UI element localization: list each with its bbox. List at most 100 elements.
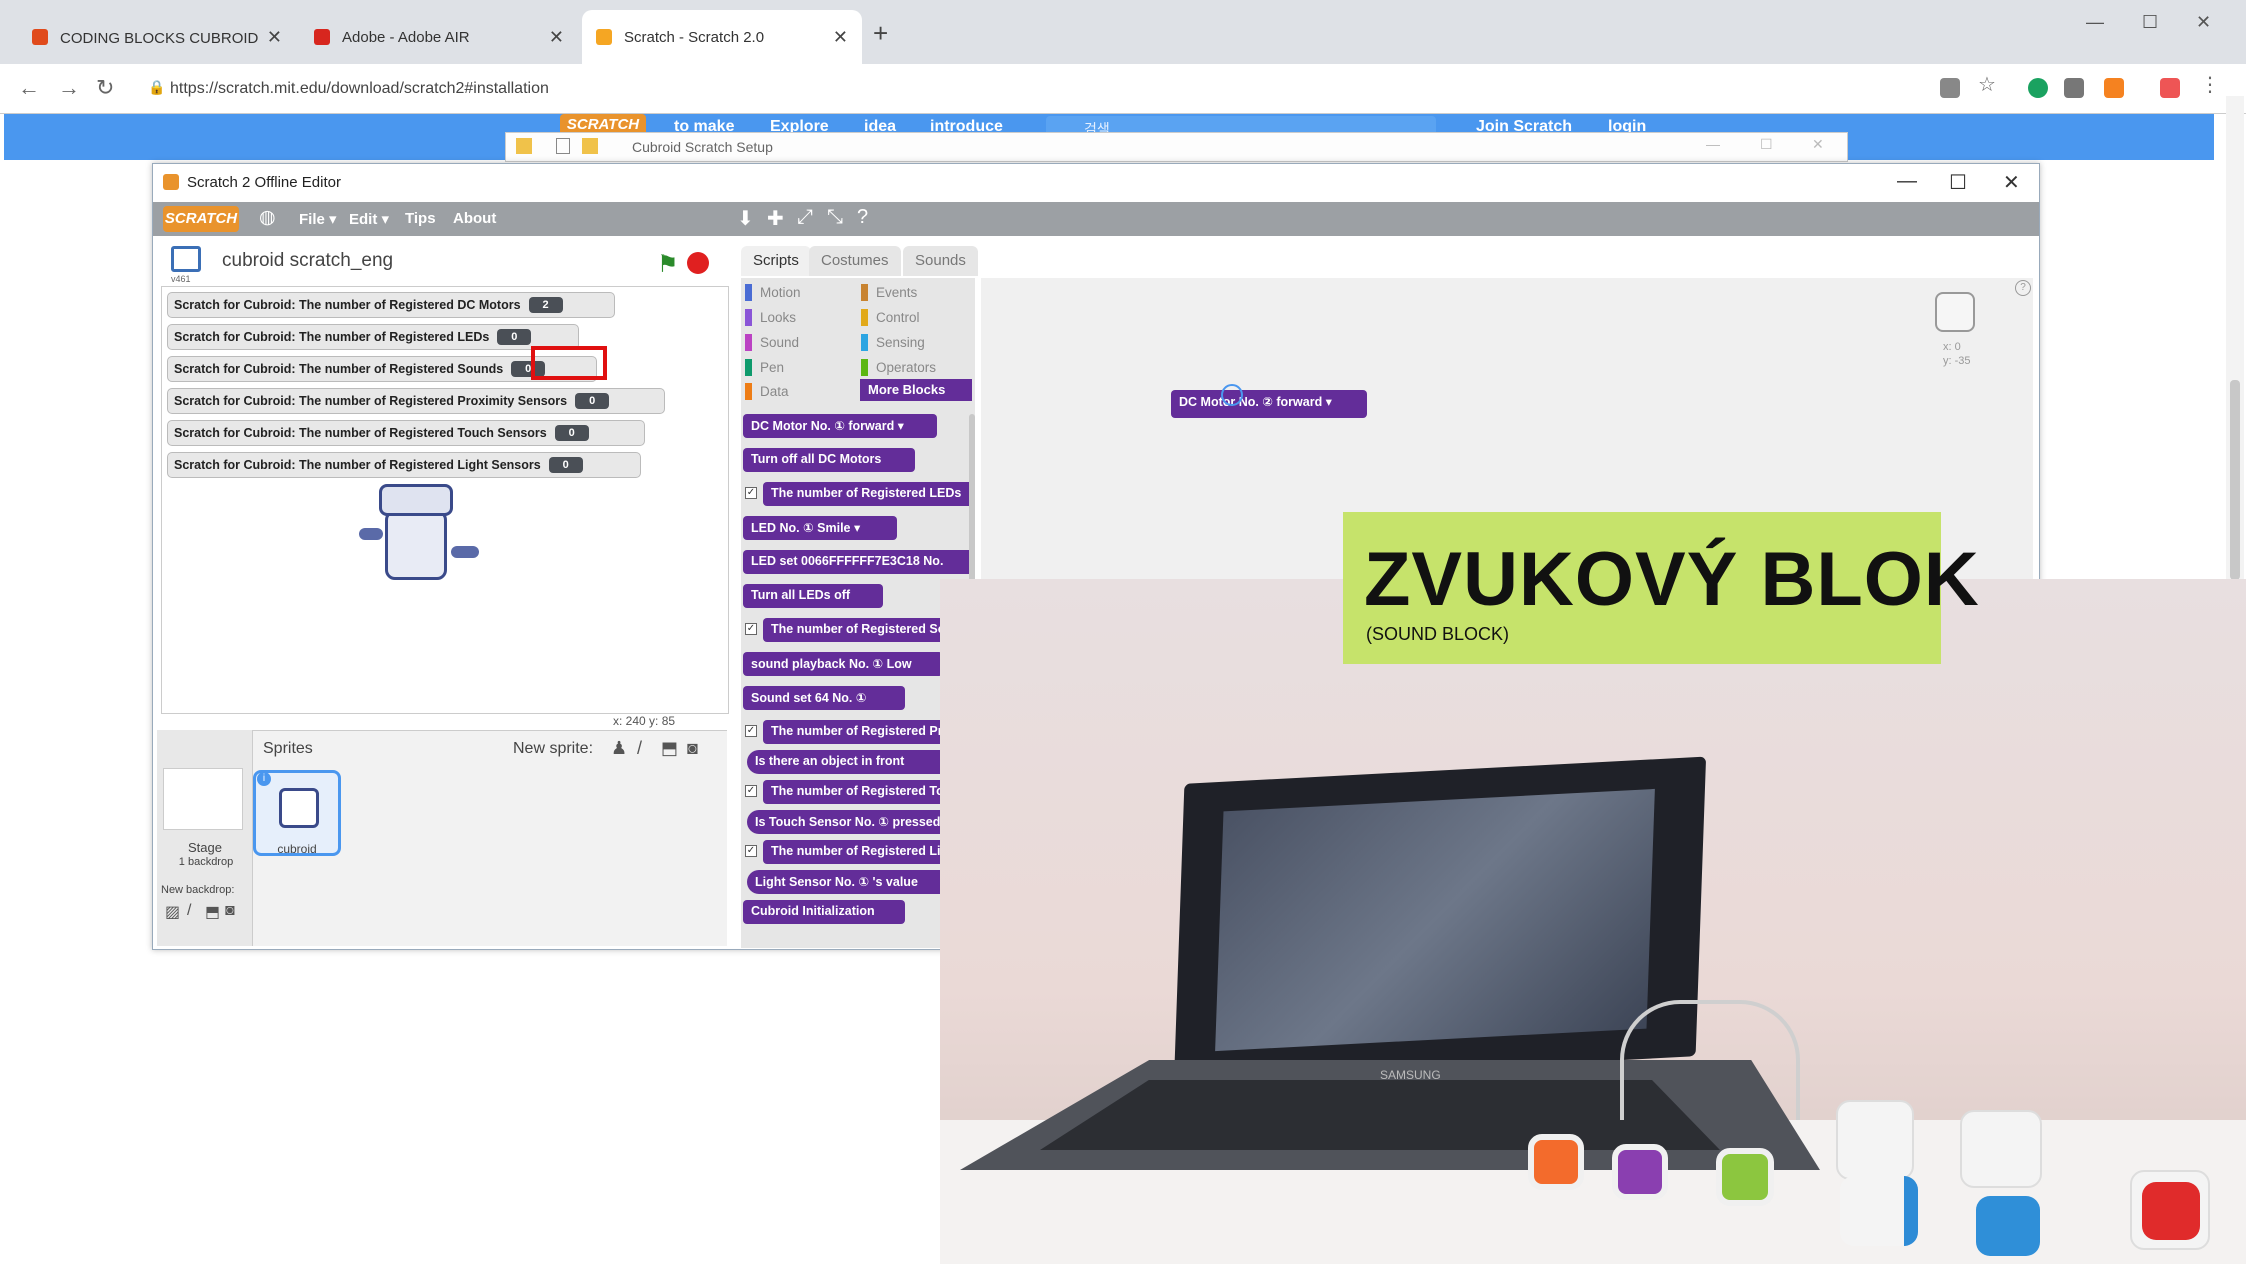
sprite-info-icon[interactable]: i — [257, 772, 271, 786]
category-label: Control — [876, 310, 920, 325]
checkbox-registered-proximity[interactable]: ✓ — [745, 725, 757, 737]
category-sound[interactable]: Sound — [745, 334, 799, 351]
category-data[interactable]: Data — [745, 383, 789, 400]
shrink-icon[interactable]: ⤡ — [827, 206, 843, 229]
setup-minimize-icon[interactable]: — — [1706, 136, 1720, 152]
forward-arrow-icon[interactable]: → — [58, 75, 80, 101]
category-more-blocks[interactable]: More Blocks — [860, 379, 972, 401]
block-registered-leds[interactable]: The number of Registered LEDs — [763, 482, 973, 506]
new-tab-plus-icon[interactable]: + — [873, 18, 888, 49]
block-led-set[interactable]: LED set 0066FFFFFF7E3C18 No. — [743, 550, 973, 574]
grow-icon[interactable]: ⤢ — [797, 206, 813, 229]
menu-edit[interactable]: Edit ▾ — [349, 210, 389, 228]
cubroid-green-cube — [1716, 1148, 1774, 1206]
stage-thumbnail[interactable] — [163, 768, 243, 830]
browser-tab-cubroid[interactable]: CODING BLOCKS CUBROID | 코드... ✕ — [18, 10, 296, 64]
monitor-value: 2 — [528, 297, 563, 313]
extension-orange-icon[interactable] — [2104, 78, 2124, 98]
backdrop-camera-icon[interactable]: ◙ — [225, 902, 235, 920]
block-dc-motor[interactable]: DC Motor No. ① forward ▾ — [743, 414, 937, 438]
browser-tab-adobe[interactable]: Adobe - Adobe AIR ✕ — [300, 10, 578, 64]
setup-maximize-icon[interactable]: ☐ — [1760, 136, 1773, 153]
monitor-light-sensors[interactable]: Scratch for Cubroid: The number of Regis… — [167, 452, 641, 478]
setup-close-icon[interactable]: ✕ — [1812, 136, 1824, 153]
block-sound-playback[interactable]: sound playback No. ① Low — [743, 652, 943, 676]
back-arrow-icon[interactable]: ← — [18, 75, 40, 101]
menu-file[interactable]: File ▾ — [299, 210, 337, 228]
globe-language-icon[interactable]: ◍ — [259, 206, 276, 229]
script-help-icon[interactable]: ? — [2015, 280, 2031, 296]
help-icon[interactable]: ? — [857, 206, 868, 229]
green-flag-icon[interactable]: ⚑ — [657, 250, 679, 279]
category-motion[interactable]: Motion — [745, 284, 801, 301]
project-name-field[interactable]: cubroid scratch_eng — [222, 250, 393, 272]
monitor-value: 0 — [554, 425, 589, 441]
robot-arm-left-icon — [359, 528, 383, 540]
reload-icon[interactable]: ↻ — [96, 75, 114, 101]
block-turn-all-leds-off[interactable]: Turn all LEDs off — [743, 584, 883, 608]
minimize-icon[interactable]: — — [2086, 12, 2104, 33]
checkbox-registered-touch[interactable]: ✓ — [745, 785, 757, 797]
monitor-proximity-sensors[interactable]: Scratch for Cubroid: The number of Regis… — [167, 388, 665, 414]
version-label: v461 — [171, 274, 191, 284]
category-pen[interactable]: Pen — [745, 359, 784, 376]
editor-minimize-icon[interactable]: — — [1897, 170, 1917, 193]
camera-icon[interactable]: ◙ — [687, 738, 698, 759]
presentation-mode-icon[interactable] — [171, 246, 201, 272]
block-sound-set[interactable]: Sound set 64 No. ① — [743, 686, 905, 710]
upload-folder-icon[interactable]: ⬒ — [661, 738, 678, 759]
delete-cut-icon[interactable]: ✚ — [767, 206, 784, 231]
category-label: Events — [876, 285, 918, 300]
backdrop-upload-icon[interactable]: ⬒ — [205, 902, 220, 922]
category-swatch — [861, 359, 868, 376]
page-scrollbar-thumb[interactable] — [2230, 380, 2240, 580]
maximize-icon[interactable]: ☐ — [2142, 12, 2158, 33]
close-tab-icon[interactable]: ✕ — [833, 27, 848, 48]
backdrop-paint-icon[interactable]: / — [187, 902, 191, 920]
browser-tab-scratch[interactable]: Scratch - Scratch 2.0 ✕ — [582, 10, 862, 64]
choose-sprite-library-icon[interactable]: ♟ — [611, 738, 627, 759]
paint-brush-icon[interactable]: / — [637, 738, 642, 759]
close-tab-icon[interactable]: ✕ — [267, 27, 282, 48]
star-bookmark-icon[interactable]: ☆ — [1978, 72, 1998, 96]
category-sensing[interactable]: Sensing — [861, 334, 925, 351]
block-led-no[interactable]: LED No. ① Smile ▾ — [743, 516, 897, 540]
tab-costumes[interactable]: Costumes — [809, 246, 901, 276]
category-events[interactable]: Events — [861, 284, 917, 301]
duplicate-stamp-icon[interactable]: ⬇ — [737, 206, 754, 231]
category-control[interactable]: Control — [861, 309, 920, 326]
category-looks[interactable]: Looks — [745, 309, 796, 326]
url-field[interactable]: 🔒 https://scratch.mit.edu/download/scrat… — [140, 70, 1920, 108]
close-tab-icon[interactable]: ✕ — [549, 27, 564, 48]
extension-gear-icon[interactable] — [2064, 78, 2084, 98]
translate-icon[interactable] — [1940, 78, 1960, 98]
monitor-dc-motors[interactable]: Scratch for Cubroid: The number of Regis… — [167, 292, 615, 318]
stop-sign-icon[interactable] — [687, 252, 709, 274]
category-swatch — [861, 334, 868, 351]
backdrop-library-icon[interactable]: ▨ — [165, 902, 180, 922]
extension-puzzle-icon[interactable] — [2160, 78, 2180, 98]
block-turn-off-dc-motors[interactable]: Turn off all DC Motors — [743, 448, 915, 472]
cubroid-robot-sprite[interactable] — [385, 510, 447, 580]
editor-menu-bar — [153, 202, 2039, 236]
category-swatch — [745, 334, 752, 351]
category-operators[interactable]: Operators — [861, 359, 936, 376]
menu-about[interactable]: About — [453, 210, 496, 227]
checkbox-registered-light[interactable]: ✓ — [745, 845, 757, 857]
dragged-dc-motor-block[interactable]: DC Motor No. ② forward ▾ — [1171, 390, 1367, 418]
tab-sounds[interactable]: Sounds — [903, 246, 978, 276]
monitor-leds[interactable]: Scratch for Cubroid: The number of Regis… — [167, 324, 579, 350]
browser-menu-icon[interactable]: ⋮ — [2200, 72, 2220, 97]
checkbox-registered-leds[interactable]: ✓ — [745, 487, 757, 499]
monitor-touch-sensors[interactable]: Scratch for Cubroid: The number of Regis… — [167, 420, 645, 446]
menu-tips[interactable]: Tips — [405, 210, 436, 227]
editor-maximize-icon[interactable]: ☐ — [1949, 170, 1967, 195]
extension-green-icon[interactable] — [2028, 78, 2048, 98]
close-window-icon[interactable]: ✕ — [2196, 12, 2211, 33]
checkbox-registered-sounds[interactable]: ✓ — [745, 623, 757, 635]
tab-scripts[interactable]: Scripts — [741, 246, 811, 276]
block-cubroid-initialization[interactable]: Cubroid Initialization — [743, 900, 905, 924]
editor-title-bar: Scratch 2 Offline Editor — [153, 164, 2039, 202]
sprites-label: Sprites — [263, 740, 313, 757]
editor-close-icon[interactable]: ✕ — [2003, 170, 2020, 195]
